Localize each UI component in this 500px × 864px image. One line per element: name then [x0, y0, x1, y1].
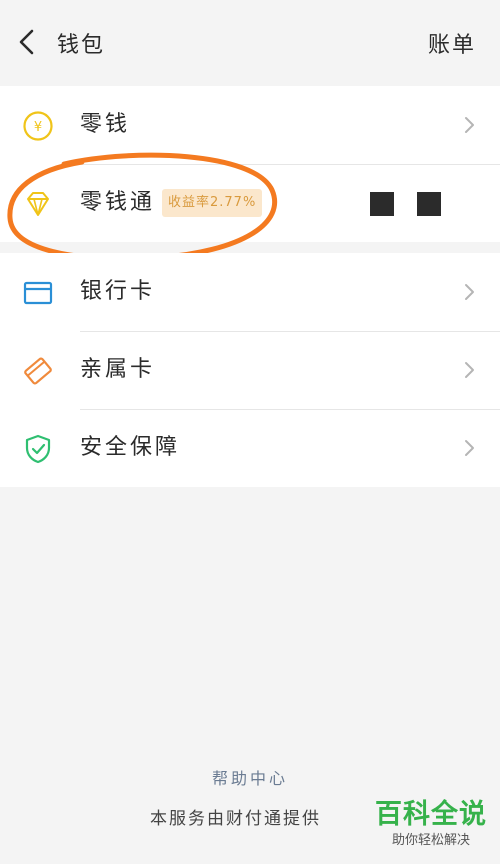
- watermark-title: 百科全说: [375, 799, 487, 830]
- chevron-right-icon: [465, 284, 474, 300]
- row-change[interactable]: ¥ 零钱: [0, 86, 500, 164]
- svg-text:¥: ¥: [34, 120, 42, 135]
- chevron-right-icon: [465, 440, 474, 456]
- yield-rate-badge: 收益率2.77%: [162, 189, 263, 217]
- yen-coin-icon: ¥: [23, 111, 53, 141]
- diamond-icon: [27, 192, 49, 216]
- redaction-block: [370, 192, 394, 216]
- chevron-right-icon: [465, 117, 474, 133]
- bills-button[interactable]: 账单: [428, 27, 476, 59]
- row-security[interactable]: 安全保障: [0, 409, 500, 487]
- chevron-right-icon: [465, 362, 474, 378]
- back-arrow-icon[interactable]: [16, 28, 40, 56]
- watermark-logo: 百科全说 助你轻松解决: [372, 798, 490, 858]
- row-bank-card[interactable]: 银行卡: [0, 253, 500, 331]
- row-label-security: 安全保障: [80, 435, 181, 460]
- help-center-link[interactable]: 帮助中心: [0, 765, 500, 789]
- row-label-family-card: 亲属卡: [80, 357, 156, 382]
- watermark-subtitle: 助你轻松解决: [391, 833, 470, 848]
- row-family-card[interactable]: 亲属卡: [0, 331, 500, 409]
- redaction-block: [417, 192, 441, 216]
- row-label-bank-card: 银行卡: [80, 279, 156, 304]
- top-bar: 钱包 账单: [0, 0, 500, 84]
- row-label-change-plus: 零钱通: [80, 190, 156, 215]
- cards-section: 银行卡 亲属卡 安全保障: [0, 253, 500, 487]
- family-card-icon: [24, 357, 52, 385]
- row-label-change: 零钱: [80, 112, 131, 137]
- bank-card-icon: [23, 281, 53, 305]
- shield-check-icon: [25, 434, 51, 464]
- wallet-balance-section: ¥ 零钱 零钱通: [0, 86, 500, 242]
- page-title: 钱包: [57, 33, 106, 58]
- provider-notice: 本服务由财付通提供: [150, 809, 321, 829]
